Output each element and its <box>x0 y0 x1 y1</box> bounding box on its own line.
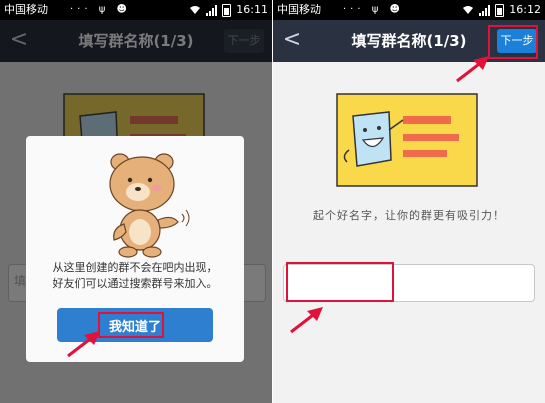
dialog-message-line2: 好友们可以通过搜索群号来加入。 <box>52 277 218 290</box>
slogan-text: 起个好名字，让你的群更有吸引力！ <box>313 209 505 222</box>
battery-icon <box>495 3 505 17</box>
clock: 16:12 <box>509 3 541 16</box>
notification-icons: ··· ψ ☻ <box>70 4 131 15</box>
title-bar: < 填写群名称(1/3) 下一步 <box>273 20 545 62</box>
signal-icon <box>206 4 218 16</box>
card-illustration <box>336 93 478 187</box>
group-name-input[interactable] <box>283 264 535 302</box>
form-area: 起个好名字，让你的群更有吸引力！ <box>273 62 545 403</box>
wifi-icon <box>463 6 474 14</box>
wifi-icon <box>190 6 201 14</box>
page-title: 填写群名称(1/3) <box>351 32 467 50</box>
dialog-message-line1: 从这里创建的群不会在吧内出现， <box>52 261 218 274</box>
got-it-button[interactable]: 我知道了 <box>57 308 213 342</box>
status-bar: 中国移动 ··· ψ ☻ 16:12 <box>273 0 545 20</box>
status-bar: 中国移动 ··· ψ ☻ 16:11 <box>0 0 272 20</box>
carrier-label: 中国移动 <box>277 3 321 16</box>
clock: 16:11 <box>236 3 268 16</box>
back-arrow-icon[interactable]: < <box>281 27 303 53</box>
bear-mascot-icon <box>109 153 190 258</box>
next-step-button[interactable]: 下一步 <box>497 29 537 53</box>
battery-icon <box>222 3 232 17</box>
carrier-label: 中国移动 <box>4 3 48 16</box>
got-it-label: 我知道了 <box>108 319 161 335</box>
signal-icon <box>479 4 491 16</box>
info-dialog: 从这里创建的群不会在吧内出现， 好友们可以通过搜索群号来加入。 我知道了 <box>26 136 244 362</box>
screenshot-right: 中国移动 ··· ψ ☻ 16:12 < 填写群名称(1/3) 下一步 起个好名… <box>273 0 545 403</box>
screenshot-left: 中国移动 ··· ψ ☻ 16:11 < 填写群名称(1/3) 下一步 填 <box>0 0 272 403</box>
notification-icons: ··· ψ ☻ <box>343 4 404 15</box>
